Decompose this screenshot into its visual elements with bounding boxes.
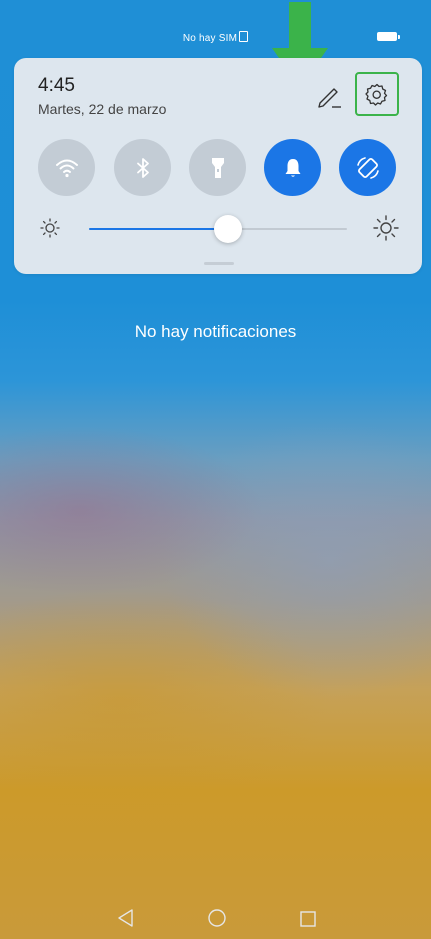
brightness-slider[interactable] xyxy=(89,215,347,243)
brightness-high-icon xyxy=(373,215,399,241)
quick-toggles xyxy=(38,139,398,197)
navigation-bar xyxy=(0,890,431,939)
empty-notifications-text: No hay notificaciones xyxy=(134,322,297,341)
sim-card-icon xyxy=(239,31,249,42)
back-icon[interactable] xyxy=(116,907,136,929)
panel-drag-handle[interactable] xyxy=(204,262,234,265)
quick-settings-panel: 4:45 Martes, 22 de marzo xyxy=(14,58,422,274)
auto-rotate-toggle[interactable] xyxy=(339,139,396,196)
brightness-slider-fill xyxy=(89,228,229,230)
home-icon[interactable] xyxy=(206,907,228,929)
auto-rotate-icon xyxy=(356,156,379,179)
brightness-control xyxy=(38,214,399,244)
settings-button[interactable] xyxy=(355,72,399,116)
wifi-toggle[interactable] xyxy=(38,139,95,196)
status-bar: No hay SIM xyxy=(0,0,431,60)
brightness-slider-thumb[interactable] xyxy=(214,215,243,243)
recent-apps-icon[interactable] xyxy=(298,909,318,929)
sim-status-text: No hay SIM xyxy=(182,33,238,44)
bell-icon xyxy=(285,158,300,177)
notifications-toggle[interactable] xyxy=(264,139,321,196)
pencil-icon xyxy=(318,88,341,108)
flashlight-icon xyxy=(211,157,224,178)
lock-screen: No hay SIM 4:45 Martes, 22 de marzo No h… xyxy=(0,0,431,939)
sim-status: No hay SIM xyxy=(0,31,431,44)
edit-button[interactable] xyxy=(314,80,344,110)
clock-time: 4:45 xyxy=(38,75,75,96)
clock-date: Martes, 22 de marzo xyxy=(38,101,167,117)
brightness-low-icon xyxy=(40,218,60,238)
bluetooth-icon xyxy=(136,157,149,178)
bluetooth-toggle[interactable] xyxy=(114,139,171,196)
flashlight-toggle[interactable] xyxy=(189,139,246,196)
wifi-icon xyxy=(55,159,78,177)
battery-icon xyxy=(377,32,400,41)
gear-icon xyxy=(365,83,388,106)
